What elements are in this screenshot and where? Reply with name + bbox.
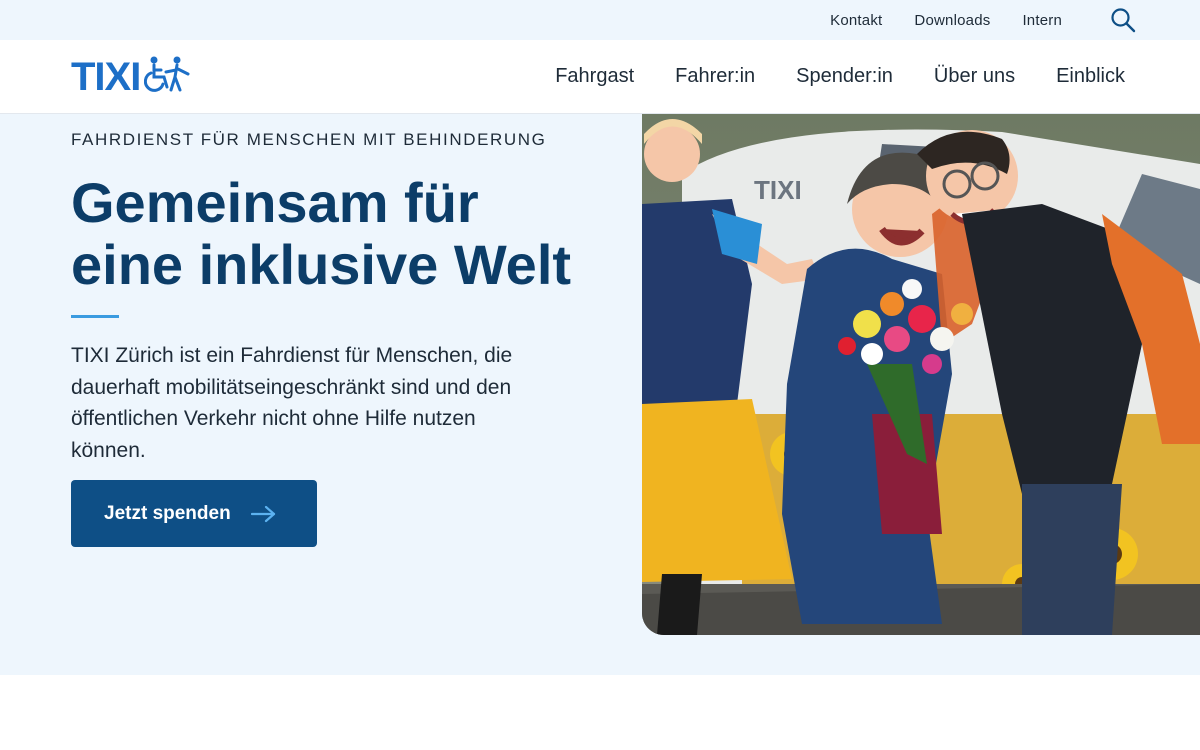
van-logo-text: TIXI <box>754 175 802 205</box>
headline-line-1: Gemeinsam für <box>71 171 479 234</box>
hero-photo: TIXI <box>642 114 1200 635</box>
primary-nav: Fahrgast Fahrer:in Spender:in Über uns E… <box>555 65 1125 88</box>
arrow-right-icon <box>250 505 277 523</box>
donate-button[interactable]: Jetzt spenden <box>71 480 317 547</box>
hero-section: FAHRDIENST FÜR MENSCHEN MIT BEHINDERUNG … <box>0 114 1200 675</box>
topbar-link-downloads[interactable]: Downloads <box>914 12 990 29</box>
nav-item-fahrer[interactable]: Fahrer:in <box>675 65 755 88</box>
hero-eyebrow: FAHRDIENST FÜR MENSCHEN MIT BEHINDERUNG <box>71 130 547 149</box>
hero-lead-text: TIXI Zürich ist ein Fahrdienst für Mensc… <box>71 344 513 462</box>
topbar-link-intern[interactable]: Intern <box>1022 12 1062 29</box>
headline-line-2: eine inklusive Welt <box>71 233 572 296</box>
main-navigation: TIXI Fahrgast Fahrer:in Spender:in Über … <box>0 40 1200 114</box>
nav-item-einblick[interactable]: Einblick <box>1056 65 1125 88</box>
nav-item-fahrgast[interactable]: Fahrgast <box>555 65 634 88</box>
nav-item-ueber-uns[interactable]: Über uns <box>934 65 1015 88</box>
donate-button-label: Jetzt spenden <box>104 502 231 524</box>
utility-bar: Kontakt Downloads Intern <box>0 0 1200 40</box>
headline-divider <box>71 315 119 318</box>
search-icon[interactable] <box>1110 7 1136 33</box>
site-logo[interactable]: TIXI <box>71 55 192 98</box>
hero-content: FAHRDIENST FÜR MENSCHEN MIT BEHINDERUNG … <box>71 130 611 487</box>
wheelchair-people-icon <box>144 55 192 98</box>
logo-wordmark: TIXI <box>71 54 141 99</box>
nav-item-spender[interactable]: Spender:in <box>796 65 893 88</box>
hero-headline: Gemeinsam für eine inklusive Welt <box>71 172 611 296</box>
topbar-link-kontakt[interactable]: Kontakt <box>830 12 882 29</box>
